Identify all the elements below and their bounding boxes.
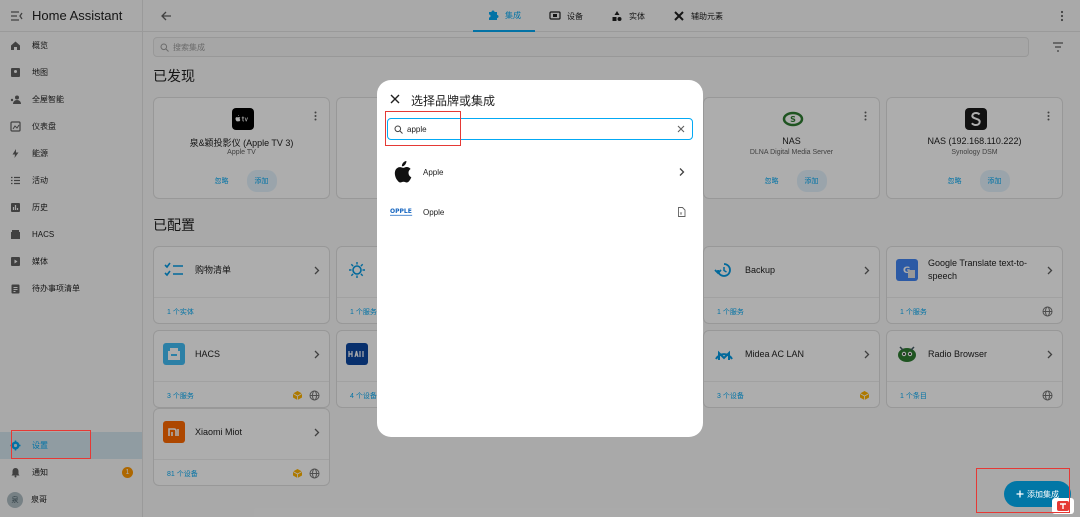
apple-logo-icon bbox=[390, 161, 414, 183]
result-label: Opple bbox=[423, 207, 445, 217]
yaml-file-icon bbox=[678, 207, 686, 217]
highlight-box-add-integration bbox=[976, 468, 1070, 513]
result-item-apple[interactable]: Apple bbox=[377, 152, 703, 192]
opple-logo-icon: OPPLE bbox=[390, 202, 414, 222]
dialog-title: 选择品牌或集成 bbox=[411, 94, 496, 108]
chevron-right-icon bbox=[679, 168, 685, 176]
svg-text:OPPLE: OPPLE bbox=[390, 208, 412, 215]
highlight-box-settings bbox=[11, 430, 91, 459]
result-label: Apple bbox=[423, 167, 444, 177]
highlight-box-search bbox=[385, 111, 461, 146]
result-item-opple[interactable]: OPPLE Opple bbox=[377, 192, 703, 232]
close-icon[interactable] bbox=[390, 94, 400, 104]
clear-icon[interactable] bbox=[677, 125, 685, 133]
